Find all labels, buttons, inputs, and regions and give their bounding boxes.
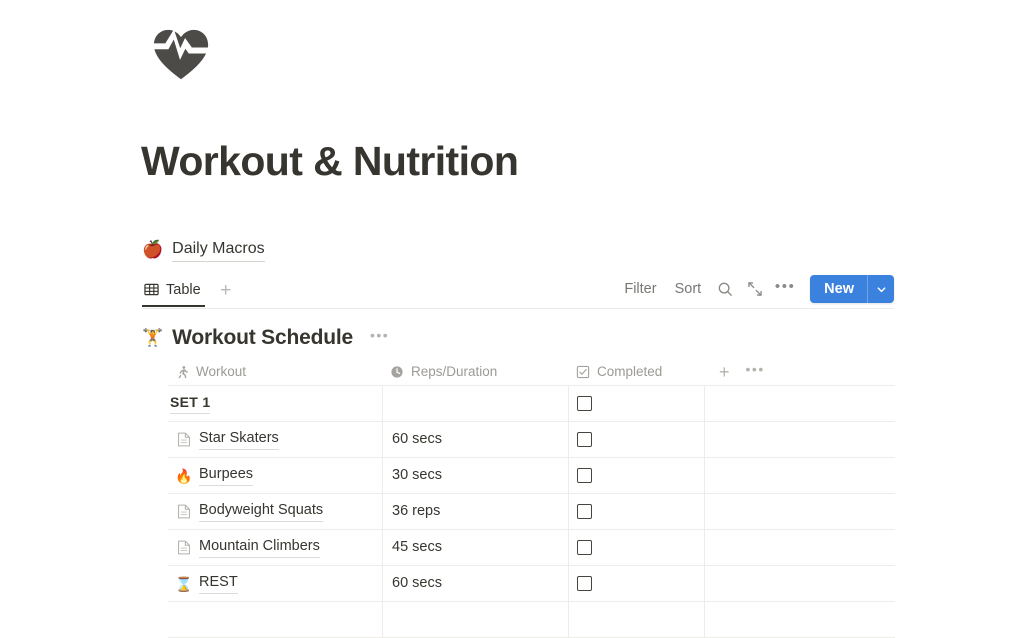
database-title-row: 🏋 Workout Schedule ••• [142, 325, 389, 351]
view-actions: Filter Sort ••• New [615, 272, 894, 306]
row-reps: 60 secs [392, 431, 442, 447]
database-title[interactable]: Workout Schedule [172, 325, 353, 351]
row-name-cell[interactable]: Mountain Climbers [168, 530, 383, 565]
row-completed-cell[interactable] [569, 422, 705, 457]
row-extra-cell [705, 602, 895, 637]
row-extra-cell [705, 566, 895, 601]
row-title[interactable]: Star Skaters [199, 429, 279, 450]
view-tab-list: Table + [142, 274, 237, 307]
completed-checkbox[interactable] [577, 468, 592, 483]
row-name-cell[interactable]: 🔥 Burpees [168, 458, 383, 493]
page-title: Workout & Nutrition [141, 138, 519, 184]
row-reps-cell[interactable]: 30 secs [383, 458, 569, 493]
row-reps: 45 secs [392, 539, 442, 555]
table-row[interactable]: SET 1 [168, 386, 895, 422]
row-reps-cell[interactable]: 36 reps [383, 494, 569, 529]
column-header-reps-label: Reps/Duration [411, 364, 498, 379]
row-completed-cell[interactable] [569, 458, 705, 493]
add-column-button[interactable]: + [719, 363, 730, 381]
row-name-cell[interactable]: ⌛ REST [168, 566, 383, 601]
row-reps: 30 secs [392, 467, 442, 483]
table-more-button[interactable]: ••• [746, 361, 765, 383]
row-reps-cell[interactable]: 45 secs [383, 530, 569, 565]
new-button[interactable]: New [810, 275, 894, 303]
row-completed-cell[interactable] [569, 566, 705, 601]
row-completed-cell[interactable] [569, 602, 705, 637]
table-row[interactable]: Mountain Climbers 45 secs [168, 530, 895, 566]
row-extra-cell [705, 386, 895, 421]
page-icon [175, 540, 193, 555]
running-person-icon [175, 365, 189, 379]
tab-table-label: Table [166, 281, 201, 298]
row-completed-cell[interactable] [569, 530, 705, 565]
row-extra-cell [705, 494, 895, 529]
row-title[interactable]: Mountain Climbers [199, 537, 320, 558]
column-header-actions: + ••• [705, 359, 895, 385]
new-button-label: New [824, 281, 854, 297]
heart-pulse-icon[interactable] [150, 24, 212, 86]
daily-macros-link[interactable]: 🍎 Daily Macros [142, 238, 265, 262]
view-toolbar: Table + Filter Sort ••• New [142, 274, 894, 309]
filter-button[interactable]: Filter [615, 279, 665, 299]
completed-checkbox[interactable] [577, 576, 592, 591]
daily-macros-label: Daily Macros [172, 238, 265, 262]
completed-checkbox[interactable] [577, 540, 592, 555]
completed-checkbox[interactable] [577, 504, 592, 519]
row-title[interactable]: Burpees [199, 465, 254, 486]
sort-button[interactable]: Sort [666, 279, 711, 299]
page-icon [175, 504, 193, 519]
dumbbell-emoji: 🏋 [142, 328, 164, 347]
page-icon [175, 432, 193, 447]
row-reps-cell[interactable] [383, 602, 569, 637]
row-extra-cell [705, 458, 895, 493]
row-completed-cell[interactable] [569, 494, 705, 529]
row-title[interactable]: Bodyweight Squats [199, 501, 324, 522]
hourglass-emoji: ⌛ [175, 575, 193, 592]
clock-icon [390, 365, 404, 379]
row-title[interactable]: SET 1 [170, 393, 211, 414]
column-header-completed-label: Completed [597, 364, 663, 379]
add-view-button[interactable]: + [215, 274, 237, 307]
row-reps: 36 reps [392, 503, 441, 519]
column-header-workout[interactable]: Workout [168, 359, 383, 385]
table-row[interactable]: 🔥 Burpees 30 secs [168, 458, 895, 494]
row-extra-cell [705, 422, 895, 457]
table-header-row: Workout Reps/Duration Completed + ••• [168, 359, 895, 386]
table-row[interactable]: Bodyweight Squats 36 reps [168, 494, 895, 530]
row-name-cell[interactable]: SET 1 [168, 386, 383, 421]
tab-table[interactable]: Table [142, 274, 205, 307]
table-row[interactable] [168, 602, 895, 638]
view-more-button[interactable]: ••• [770, 273, 800, 306]
row-completed-cell[interactable] [569, 386, 705, 421]
search-icon[interactable] [710, 275, 740, 303]
row-reps-cell[interactable]: 60 secs [383, 566, 569, 601]
collapse-arrows-icon[interactable] [740, 275, 770, 303]
fire-emoji: 🔥 [175, 467, 193, 484]
row-extra-cell [705, 530, 895, 565]
row-name-cell[interactable]: Bodyweight Squats [168, 494, 383, 529]
row-title[interactable]: REST [199, 573, 238, 594]
column-header-reps[interactable]: Reps/Duration [383, 359, 569, 385]
row-name-cell[interactable]: Star Skaters [168, 422, 383, 457]
table-row[interactable]: Star Skaters 60 secs [168, 422, 895, 458]
completed-checkbox[interactable] [577, 432, 592, 447]
chevron-down-icon[interactable] [867, 275, 894, 303]
table-row[interactable]: ⌛ REST 60 secs [168, 566, 895, 602]
checkbox-icon [576, 365, 590, 379]
table-icon [144, 282, 159, 297]
completed-checkbox[interactable] [577, 396, 592, 411]
row-reps-cell[interactable]: 60 secs [383, 422, 569, 457]
row-reps: 60 secs [392, 575, 442, 591]
column-header-workout-label: Workout [196, 364, 247, 379]
row-name-cell[interactable] [168, 602, 383, 637]
apple-emoji: 🍎 [142, 240, 164, 259]
column-header-completed[interactable]: Completed [569, 359, 705, 385]
row-reps-cell[interactable] [383, 386, 569, 421]
database-more-button[interactable]: ••• [370, 327, 389, 350]
page-root: Workout & Nutrition 🍎 Daily Macros Table [0, 0, 1024, 638]
workout-table: Workout Reps/Duration Completed + ••• SE… [168, 359, 895, 638]
